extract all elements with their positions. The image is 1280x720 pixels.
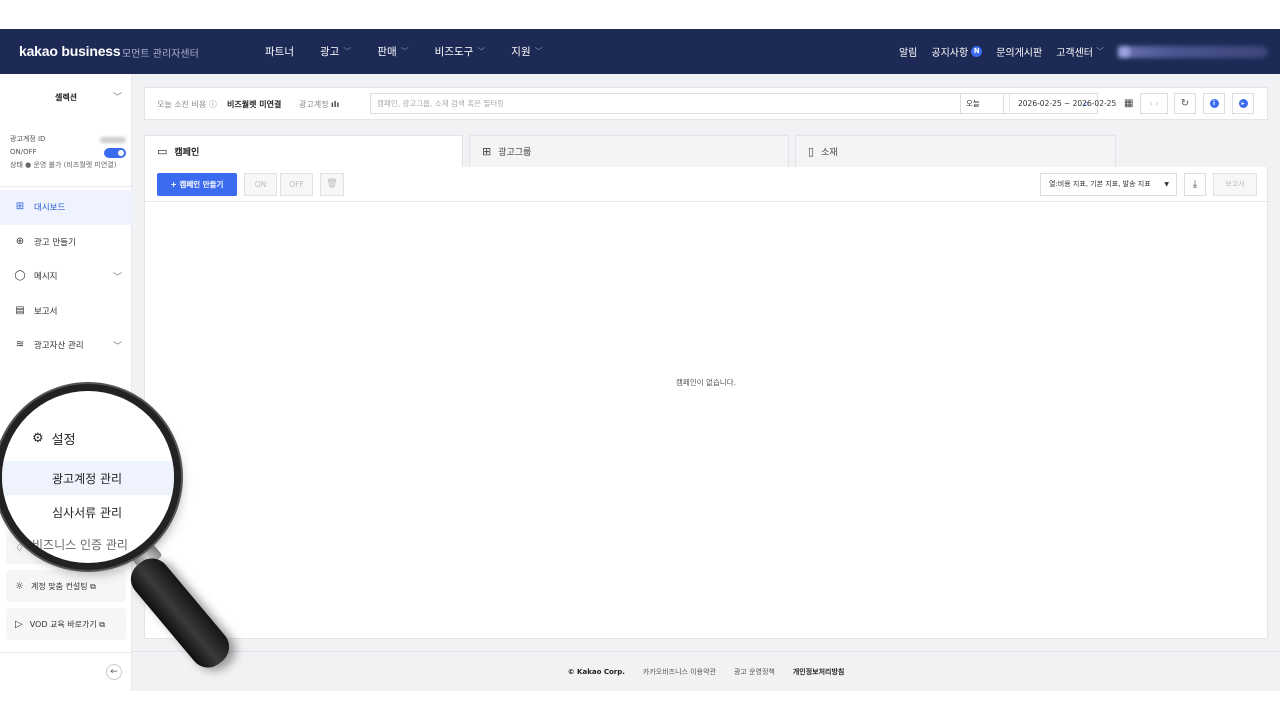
divider xyxy=(0,652,132,653)
account-id-label: 광고계정 ID xyxy=(10,135,46,143)
play-icon: ▸ xyxy=(1238,98,1248,108)
sidebar-item-message[interactable]: ◯ 메시지 ﹀ xyxy=(0,259,132,294)
chevron-down-icon: ﹀ xyxy=(534,47,543,56)
nav-partner[interactable]: 파트너 xyxy=(265,44,294,59)
refresh-button[interactable]: ↻ xyxy=(1174,93,1196,114)
chevron-down-icon: ﹀ xyxy=(477,47,486,56)
layers-icon: ≋ xyxy=(15,339,25,351)
off-button[interactable]: OFF xyxy=(280,173,313,196)
caret-down-icon: ▼ xyxy=(1164,181,1169,188)
sidebar-item-dashboard[interactable]: ⊞ 대시보드 xyxy=(0,190,132,225)
plus-circle-icon: ⊕ xyxy=(15,235,25,247)
collapse-sidebar-button[interactable]: ← xyxy=(106,664,122,680)
date-pager[interactable]: ‹ › xyxy=(1140,93,1168,114)
grid-icon: ⊞ xyxy=(482,145,492,158)
tab-adgroup[interactable]: ⊞ 광고그룹 xyxy=(469,135,789,168)
campaign-toolbar: + 캠페인 만들기 ON OFF 🗑 열:비용 지표, 기본 지표, 발송 지표… xyxy=(145,167,1267,202)
chat-bubble-icon: ◯ xyxy=(14,270,26,282)
main-menu: 파트너 광고 ﹀ 판매 ﹀ 비즈도구 ﹀ 지원 ﹀ xyxy=(265,44,569,59)
bar-chart-icon: ılı xyxy=(331,100,340,109)
status-label: 상태 xyxy=(10,161,23,169)
download-button[interactable]: ⤓ xyxy=(1184,173,1206,196)
empty-message: 캠페인이 없습니다. xyxy=(676,378,736,387)
chevron-down-icon: ﹀ xyxy=(112,93,122,103)
column-select[interactable]: 열:비용 지표, 기본 지표, 발송 지표 ▼ xyxy=(1040,173,1177,196)
user-account-blurred[interactable] xyxy=(1118,45,1268,58)
sidebar-box-consulting[interactable]: ☼ 계정 맞춤 컨설팅 ⧉ xyxy=(6,570,126,602)
play-circle-icon: ▷ xyxy=(15,618,23,630)
account-id-blurred xyxy=(100,136,126,143)
logo[interactable]: kakao business xyxy=(19,43,121,59)
filter-bar: 오늘 소진 비용 ⓘ 비즈월렛 미연결 광고계정 ılı 캠페인, 광고그룹, … xyxy=(144,87,1268,120)
zoom-account-manage[interactable]: 광고계정 관리 xyxy=(2,461,174,495)
file-icon: ▯ xyxy=(808,145,815,158)
status-value: ● 운영 불가 (비즈월렛 미연결) xyxy=(25,161,117,169)
folder-icon: ▭ xyxy=(157,145,168,158)
delete-button[interactable]: 🗑 xyxy=(320,173,344,196)
zoom-partial-item[interactable]: 비즈니스 인증 관리 xyxy=(2,531,174,557)
chevron-down-icon: ﹀ xyxy=(112,272,122,283)
sidebar-item-report[interactable]: ▤ 보고서 xyxy=(0,294,132,329)
account-info: 광고계정 ID ON/OFF 상태 ● 운영 불가 (비즈월렛 미연결) xyxy=(10,133,126,172)
top-nav: kakao business 모먼트 관리자센터 파트너 광고 ﹀ 판매 ﹀ 비즈도… xyxy=(0,29,1280,74)
chevron-down-icon: ﹀ xyxy=(343,47,352,56)
nav-board[interactable]: 문의게시판 xyxy=(996,44,1042,59)
onoff-label: ON/OFF xyxy=(10,148,37,156)
report-button[interactable]: 보고서 xyxy=(1213,173,1257,196)
sidebar-item-asset-manage[interactable]: ≋ 광고자산 관리 ﹀ xyxy=(0,328,132,363)
sidebar: 셀렉션 ﹀ 광고계정 ID ON/OFF 상태 ● 운영 불가 (비즈월렛 미연… xyxy=(0,74,132,691)
chevron-down-icon: ﹀ xyxy=(400,47,409,56)
nav-customer-center[interactable]: 고객센터 ﹀ xyxy=(1056,44,1104,59)
entity-tabs: ▭ 캠페인 ⊞ 광고그룹 ▯ 소재 xyxy=(144,135,1116,168)
spend-label: 오늘 소진 비용 ⓘ xyxy=(157,100,217,109)
footer: © Kakao Corp. 카카오비즈니스 이용약관 광고 운영정책 개인정보처… xyxy=(132,651,1280,691)
zoom-settings[interactable]: ⚙ 설정 xyxy=(2,425,174,451)
period-select[interactable]: 오늘 xyxy=(960,93,1004,114)
account-label: 광고계정 ılı xyxy=(299,100,340,109)
tab-campaign[interactable]: ▭ 캠페인 xyxy=(144,135,463,168)
chevron-down-icon: ﹀ xyxy=(112,341,122,352)
nav-biztools[interactable]: 비즈도구 ﹀ xyxy=(435,44,486,59)
footer-corp: © Kakao Corp. xyxy=(567,667,625,676)
nav-ads[interactable]: 광고 ﹀ xyxy=(320,44,351,59)
info-icon: i xyxy=(1209,98,1219,108)
report-icon: ▤ xyxy=(15,304,25,316)
calendar-icon[interactable]: ▦ xyxy=(1124,93,1133,114)
wallet-status: 비즈월렛 미연결 xyxy=(227,100,282,109)
avatar xyxy=(1118,45,1130,58)
magnifier-lens: ⚙ 설정 광고계정 관리 심사서류 관리 비즈니스 인증 관리 xyxy=(2,391,174,563)
sidebar-menu: ⊞ 대시보드 ⊕ 광고 만들기 ◯ 메시지 ﹀ ▤ 보고서 ≋ 광고자산 관리 ﹀ xyxy=(0,190,132,363)
nav-right: 알림 공지사항 N 문의게시판 고객센터 ﹀ xyxy=(899,44,1280,59)
tab-creative[interactable]: ▯ 소재 xyxy=(795,135,1116,168)
campaign-panel: + 캠페인 만들기 ON OFF 🗑 열:비용 지표, 기본 지표, 발송 지표… xyxy=(144,167,1268,639)
footer-privacy[interactable]: 개인정보처리방침 xyxy=(793,667,845,677)
create-campaign-button[interactable]: + 캠페인 만들기 xyxy=(157,173,237,196)
lightbulb-icon: ☼ xyxy=(15,580,24,592)
app-frame: kakao business 모먼트 관리자센터 파트너 광고 ﹀ 판매 ﹀ 비즈도… xyxy=(0,29,1280,691)
account-selector[interactable]: 셀렉션 ﹀ xyxy=(0,84,132,112)
download-icon: ⤓ xyxy=(1192,179,1198,190)
chevron-down-icon: ﹀ xyxy=(1096,47,1104,56)
new-badge: N xyxy=(971,46,983,57)
gear-icon: ⚙ xyxy=(32,430,44,446)
date-range[interactable]: 2026-02-25 ~ 2026-02-25 xyxy=(1009,93,1137,114)
sidebar-item-create-ad[interactable]: ⊕ 광고 만들기 xyxy=(0,225,132,260)
divider xyxy=(0,186,132,187)
account-toggle[interactable] xyxy=(104,147,126,158)
footer-policy[interactable]: 광고 운영정책 xyxy=(734,667,775,677)
refresh-icon: ↻ xyxy=(1180,98,1190,109)
zoom-docs-manage[interactable]: 심사서류 관리 xyxy=(2,495,174,529)
nav-alarm[interactable]: 알림 xyxy=(899,44,917,59)
footer-terms[interactable]: 카카오비즈니스 이용약관 xyxy=(643,667,716,677)
app-subtitle: 모먼트 관리자센터 xyxy=(122,49,199,60)
nav-sales[interactable]: 판매 ﹀ xyxy=(377,44,408,59)
trash-icon: 🗑 xyxy=(326,179,338,189)
nav-notice[interactable]: 공지사항 N xyxy=(931,44,983,59)
nav-support[interactable]: 지원 ﹀ xyxy=(511,44,542,59)
video-guide-button[interactable]: ▸ xyxy=(1232,93,1254,114)
sidebar-box-vod[interactable]: ▷ VOD 교육 바로가기 ⧉ xyxy=(6,608,126,640)
on-button[interactable]: ON xyxy=(244,173,277,196)
dashboard-icon: ⊞ xyxy=(15,201,25,213)
info-button[interactable]: i xyxy=(1203,93,1225,114)
